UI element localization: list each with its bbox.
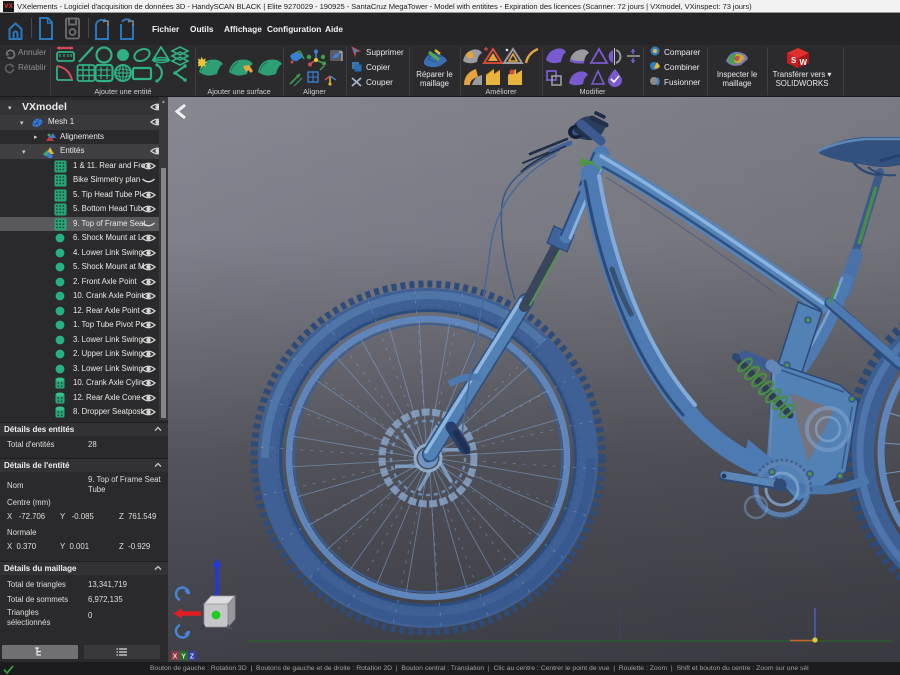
svg-text:X: X bbox=[173, 654, 178, 661]
svg-text:S: S bbox=[791, 56, 797, 65]
svg-text:Y: Y bbox=[181, 654, 186, 661]
svg-text:W: W bbox=[800, 58, 808, 67]
svg-text:Z: Z bbox=[190, 654, 195, 661]
